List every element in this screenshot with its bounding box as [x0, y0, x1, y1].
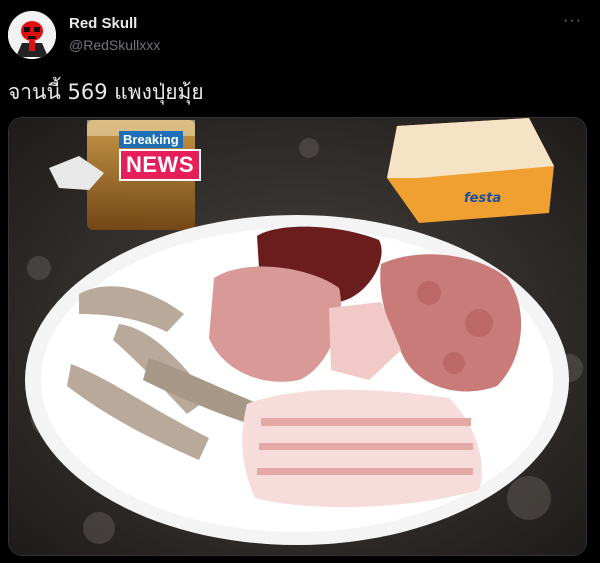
author-handle[interactable]: @RedSkullxxx	[69, 37, 160, 53]
avatar[interactable]	[8, 11, 56, 59]
napkin-brand-label: festa	[464, 191, 501, 206]
meat-plate-image: festa	[9, 118, 586, 555]
breaking-news-badge: Breaking NEWS	[119, 131, 201, 181]
tweet-text: จานนี้ 569 แพงปุ่ยมุ้ย	[8, 80, 204, 104]
badge-breaking-label: Breaking	[119, 131, 183, 148]
red-skull-avatar-icon	[8, 11, 56, 59]
tweet-photo[interactable]: festa	[8, 117, 587, 556]
author-name[interactable]: Red Skull	[69, 15, 137, 32]
more-options-icon[interactable]: ···	[563, 12, 582, 30]
badge-news-label: NEWS	[119, 149, 201, 181]
